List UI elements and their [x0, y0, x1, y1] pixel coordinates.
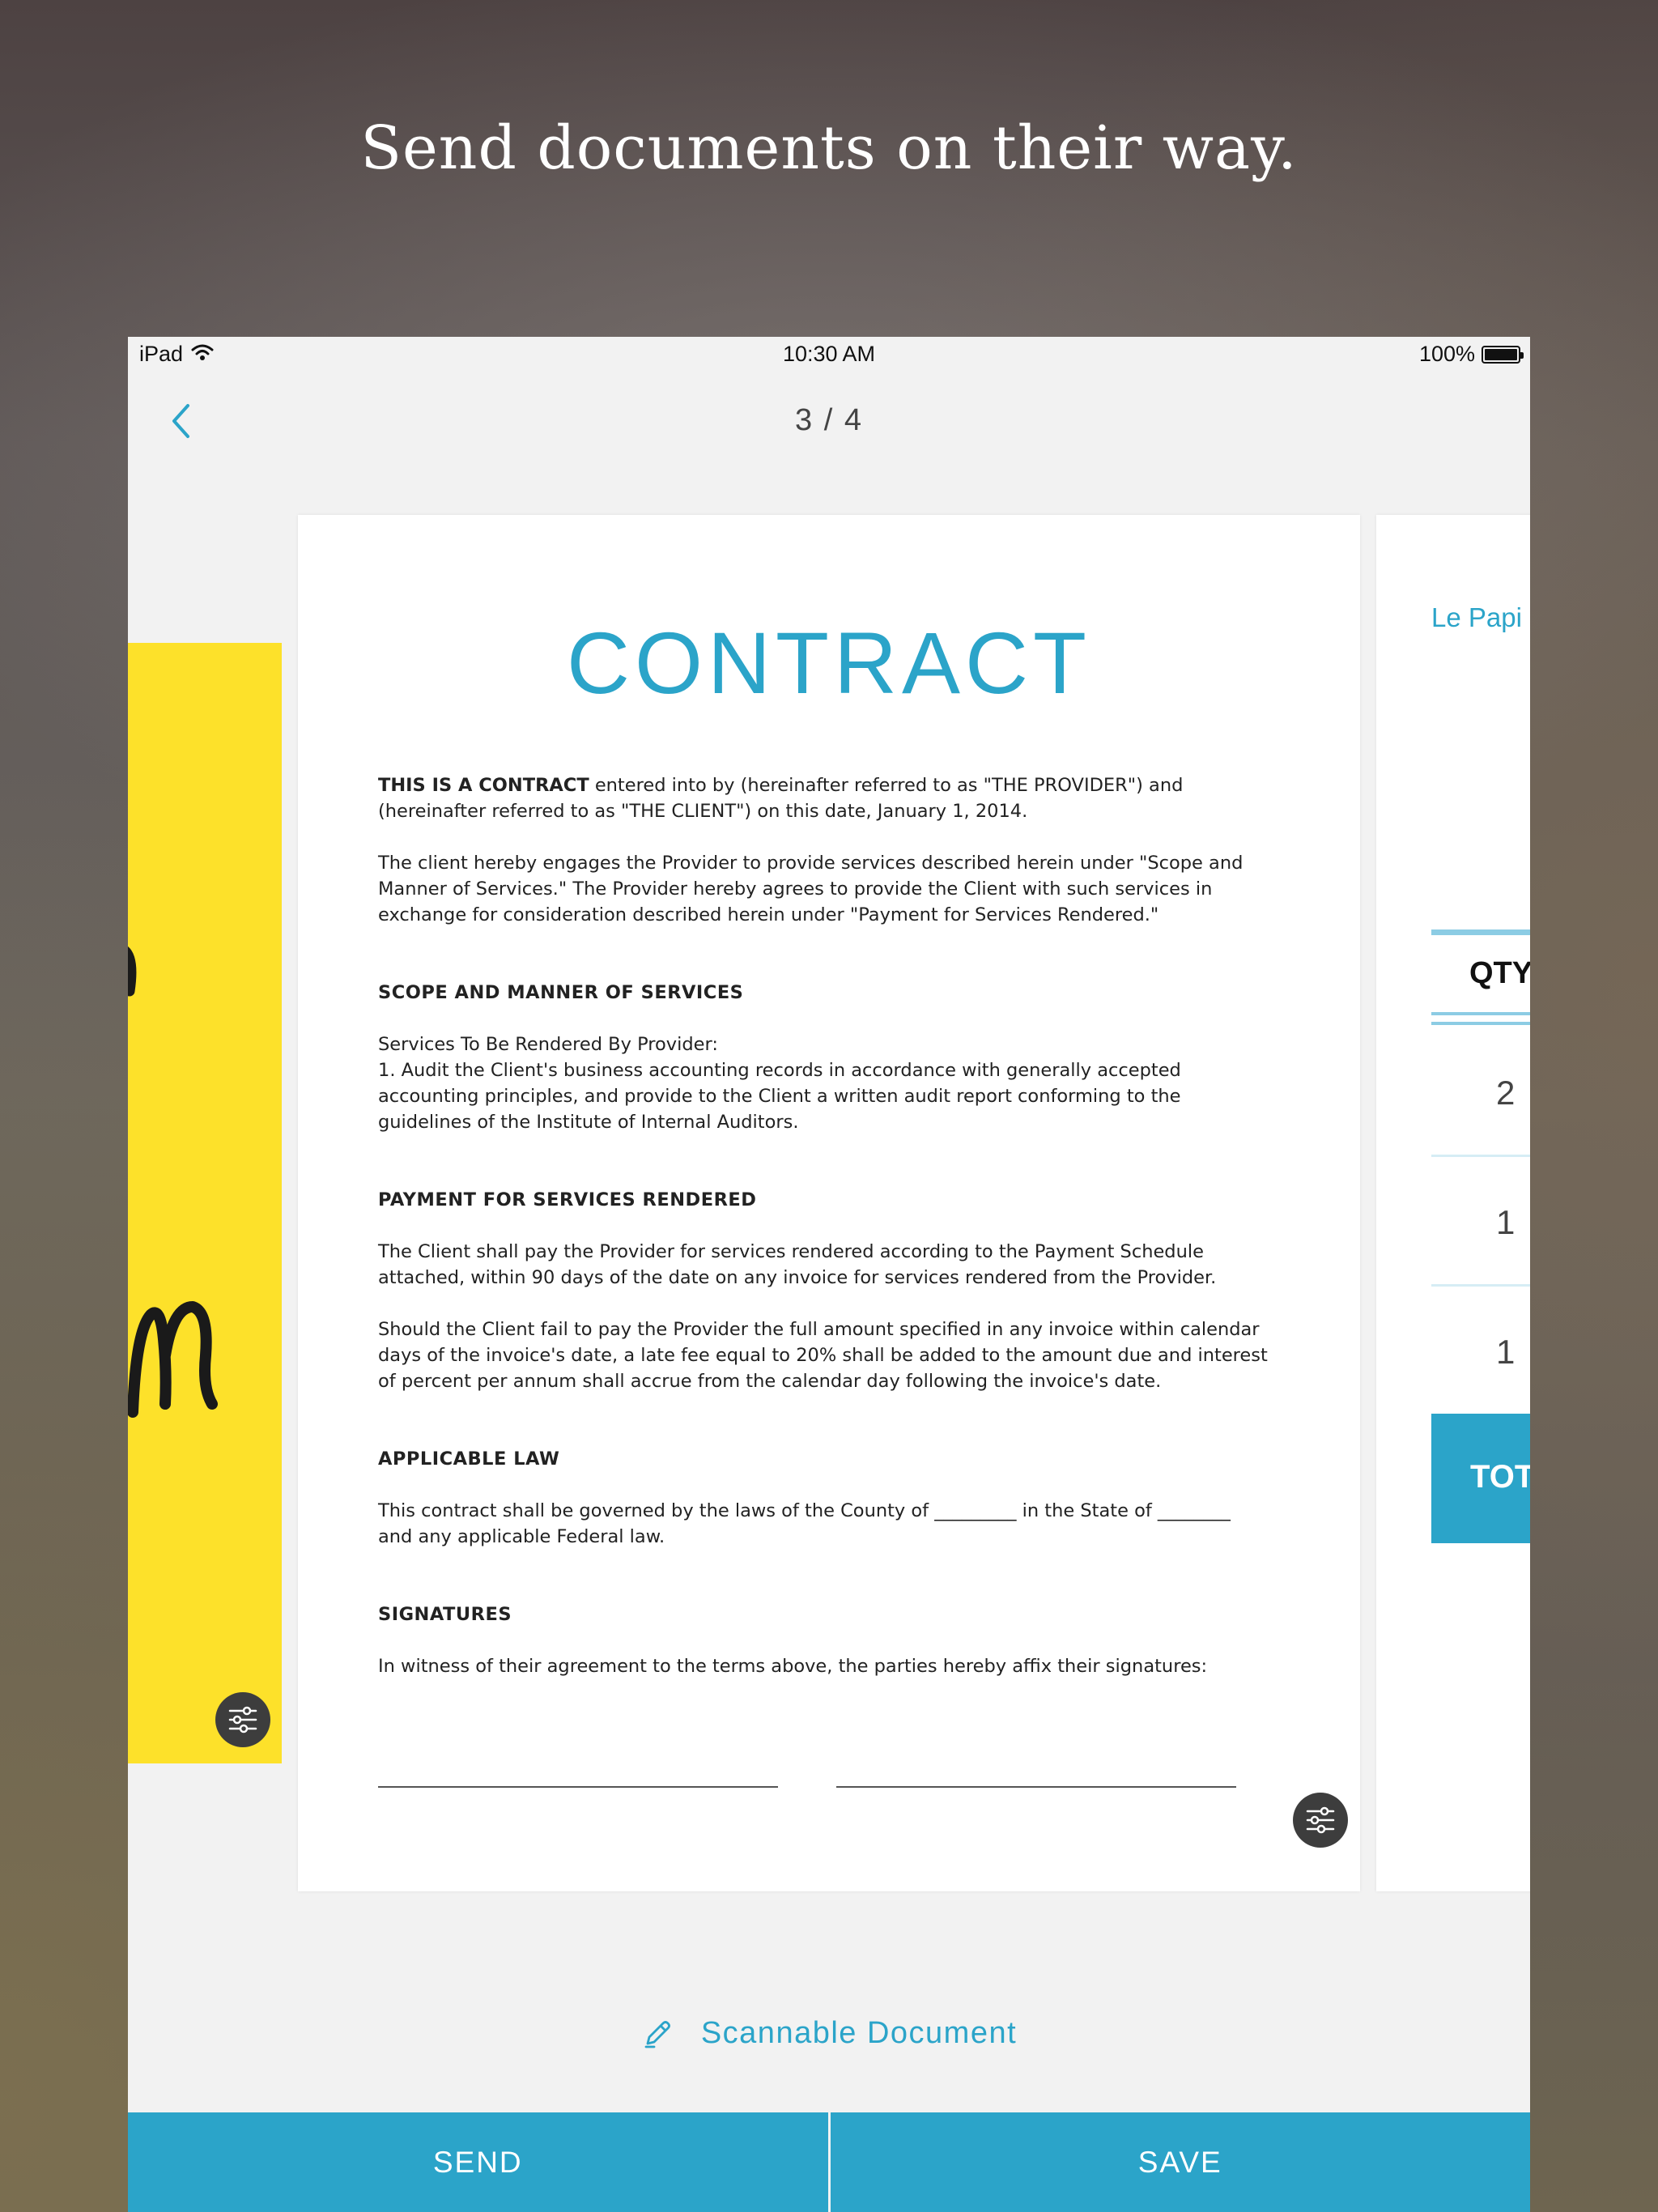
signature-line-provider	[378, 1786, 778, 1788]
table-rule	[1431, 929, 1530, 935]
save-button[interactable]: SAVE	[831, 2112, 1531, 2212]
contract-title: CONTRACT	[567, 614, 1091, 712]
signature-lines	[378, 1786, 1236, 1788]
row-divider	[1431, 1284, 1530, 1287]
adjust-sliders-icon	[1306, 1806, 1335, 1834]
qty-cell: 1	[1496, 1333, 1516, 1371]
battery-percent: 100%	[1418, 342, 1475, 366]
law-paragraph: This contract shall be governed by the l…	[378, 1500, 1231, 1547]
row-divider	[1431, 1155, 1530, 1157]
invoice-brand: Le Papi	[1431, 602, 1522, 632]
intro-bold: THIS IS A CONTRACT	[378, 775, 589, 796]
battery-icon	[1482, 345, 1524, 364]
ipad-screen: iPad 10:30 AM 100% 3 / 4 CONTRACT THIS I…	[128, 337, 1530, 2212]
payment-paragraph-2: Should the Client fail to pay the Provid…	[378, 1319, 1268, 1392]
qty-cell: 1	[1496, 1203, 1516, 1241]
headline: Send documents on their way.	[360, 113, 1298, 183]
adjust-button[interactable]	[1293, 1793, 1348, 1848]
scope-heading: SCOPE AND MANNER OF SERVICES	[378, 982, 744, 1003]
scannable-document-toggle[interactable]: Scannable Document	[128, 2016, 1530, 2051]
page-counter: 3 / 4	[795, 403, 863, 437]
table-rule	[1431, 1012, 1530, 1015]
adjust-button[interactable]	[215, 1692, 270, 1747]
send-button[interactable]: SEND	[128, 2112, 828, 2212]
adjust-sliders-icon	[228, 1706, 257, 1733]
scope-paragraph: Services To Be Rendered By Provider: 1. …	[378, 1034, 1181, 1133]
scannable-document-label: Scannable Document	[700, 2016, 1018, 2050]
previous-page-thumbnail[interactable]	[128, 643, 282, 1763]
intro-paragraph: THIS IS A CONTRACT entered into by (here…	[378, 772, 1293, 824]
qty-header: QTY	[1469, 956, 1530, 990]
signatures-paragraph: In witness of their agreement to the ter…	[378, 1656, 1208, 1677]
total-row: TOT	[1431, 1414, 1530, 1543]
payment-heading: PAYMENT FOR SERVICES RENDERED	[378, 1189, 757, 1210]
law-heading: APPLICABLE LAW	[378, 1448, 560, 1470]
engage-paragraph: The client hereby engages the Provider t…	[378, 853, 1244, 925]
handwritten-scribble	[128, 946, 218, 1418]
current-page[interactable]: CONTRACT THIS IS A CONTRACT entered into…	[298, 515, 1360, 1891]
signature-line-client	[836, 1786, 1236, 1788]
signatures-heading: SIGNATURES	[378, 1604, 512, 1625]
nav-bar: 3 / 4	[128, 382, 1530, 463]
pencil-icon	[644, 2020, 670, 2048]
status-bar: iPad 10:30 AM 100%	[128, 337, 1530, 374]
contract-body: THIS IS A CONTRACT entered into by (here…	[378, 772, 1293, 1705]
action-bar: SEND SAVE	[128, 2112, 1530, 2212]
qty-cell: 2	[1496, 1074, 1516, 1112]
payment-paragraph-1: The Client shall pay the Provider for se…	[378, 1241, 1217, 1288]
next-page-thumbnail[interactable]: Le Papi QTY 2 1 1 TOT	[1376, 515, 1530, 1891]
table-rule	[1431, 1022, 1530, 1025]
clock: 10:30 AM	[782, 342, 876, 366]
total-label: TOT	[1470, 1459, 1530, 1495]
